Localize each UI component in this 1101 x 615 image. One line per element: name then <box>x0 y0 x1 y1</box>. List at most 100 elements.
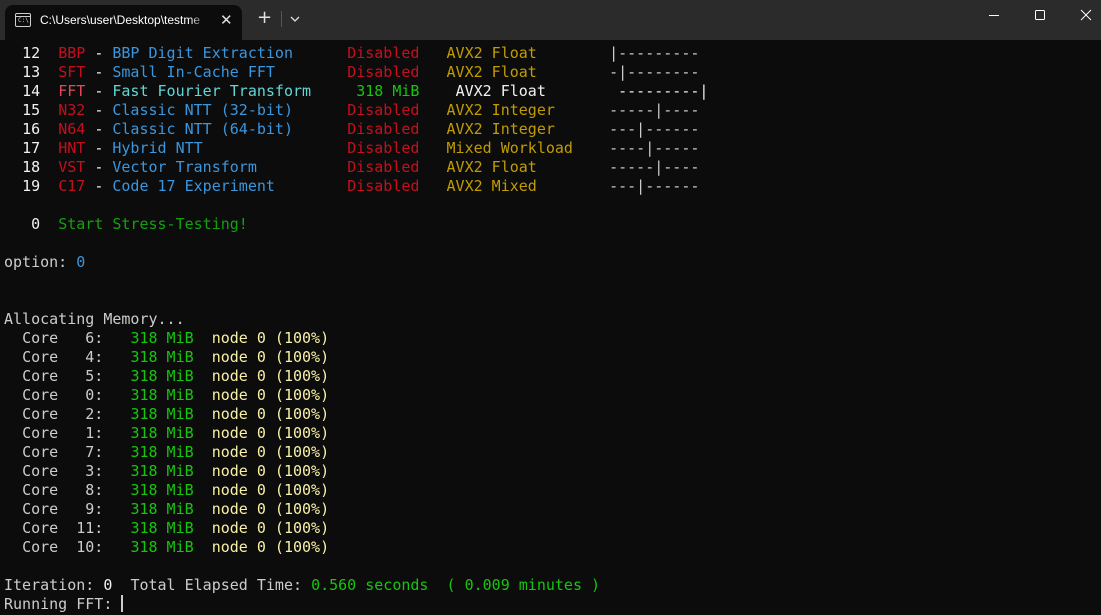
test-name: Vector Transform <box>112 158 257 176</box>
test-meter: -|-------- <box>609 63 700 81</box>
core-label: Core <box>22 481 59 499</box>
start-number: 0 <box>31 215 41 233</box>
test-number: 13 <box>22 63 41 81</box>
test-status: Disabled <box>347 177 420 195</box>
core-id: 8: <box>85 481 104 499</box>
test-meter: ---|------ <box>609 120 700 138</box>
tab-title-fade <box>190 11 208 29</box>
core-id: 9: <box>85 500 104 518</box>
elapsed-label: Total Elapsed Time: <box>130 576 303 594</box>
test-number: 19 <box>22 177 41 195</box>
start-option: 0 Start Stress-Testing! <box>4 215 248 234</box>
core-memory: 318 MiB <box>130 405 194 423</box>
chevron-down-icon[interactable] <box>289 13 301 25</box>
test-code: C17 <box>58 177 86 195</box>
terminal-output[interactable]: 12 BBP - BBP Digit Extraction Disabled A… <box>0 40 1101 615</box>
test-name: Hybrid NTT <box>112 139 203 157</box>
test-number: 17 <box>22 139 41 157</box>
core-row: Core 0: 318 MiB node 0 (100%) <box>4 386 329 405</box>
core-label: Core <box>22 538 59 556</box>
option-label: option: <box>4 253 68 271</box>
core-id: 0: <box>85 386 104 404</box>
core-row: Core 4: 318 MiB node 0 (100%) <box>4 348 329 367</box>
test-status: Disabled <box>347 44 420 62</box>
test-row: 13 SFT - Small In-Cache FFT Disabled AVX… <box>4 63 699 82</box>
core-node: node 0 (100%) <box>211 405 330 423</box>
core-label: Core <box>22 386 59 404</box>
option-prompt: option: 0 <box>4 253 85 272</box>
test-status: Disabled <box>347 63 420 81</box>
allocating-text: Allocating Memory... <box>4 310 185 328</box>
core-memory: 318 MiB <box>130 367 194 385</box>
core-memory: 318 MiB <box>130 462 194 480</box>
close-tab-icon[interactable]: ✕ <box>220 10 233 30</box>
core-row: Core 10: 318 MiB node 0 (100%) <box>4 538 329 557</box>
test-meter: ----|----- <box>609 139 700 157</box>
core-memory: 318 MiB <box>130 348 194 366</box>
terminal-tab[interactable]: C:\ C:\Users\user\Desktop\testme ✕ <box>5 5 242 40</box>
test-meter: -----|---- <box>609 158 700 176</box>
iteration-value: 0 <box>103 576 113 594</box>
tab-divider <box>281 11 282 27</box>
core-memory: 318 MiB <box>130 519 194 537</box>
test-name: Classic NTT (64-bit) <box>112 120 293 138</box>
test-number: 18 <box>22 158 41 176</box>
test-code: VST <box>58 158 86 176</box>
test-number: 15 <box>22 101 41 119</box>
iteration-label: Iteration: <box>4 576 95 594</box>
test-name: BBP Digit Extraction <box>112 44 293 62</box>
minimize-icon[interactable] <box>971 0 1017 32</box>
test-isa: AVX2 Float <box>446 44 537 62</box>
core-node: node 0 (100%) <box>211 462 330 480</box>
core-id: 11: <box>76 519 104 537</box>
test-number: 14 <box>22 82 41 100</box>
core-row: Core 3: 318 MiB node 0 (100%) <box>4 462 329 481</box>
maximize-icon[interactable] <box>1017 0 1063 32</box>
new-tab-button[interactable]: + <box>257 7 272 29</box>
core-row: Core 7: 318 MiB node 0 (100%) <box>4 443 329 462</box>
test-meter: ---|------ <box>609 177 700 195</box>
test-row: 12 BBP - BBP Digit Extraction Disabled A… <box>4 44 699 63</box>
test-row: 15 N32 - Classic NTT (32-bit) Disabled A… <box>4 101 699 120</box>
core-row: Core 1: 318 MiB node 0 (100%) <box>4 424 329 443</box>
test-row: 16 N64 - Classic NTT (64-bit) Disabled A… <box>4 120 699 139</box>
test-dash: - <box>94 139 104 157</box>
core-id: 3: <box>85 462 104 480</box>
core-memory: 318 MiB <box>130 500 194 518</box>
core-node: node 0 (100%) <box>211 367 330 385</box>
test-status: Disabled <box>347 139 420 157</box>
test-dash: - <box>94 101 104 119</box>
core-memory: 318 MiB <box>130 481 194 499</box>
core-row: Core 11: 318 MiB node 0 (100%) <box>4 519 329 538</box>
core-label: Core <box>22 424 59 442</box>
core-node: node 0 (100%) <box>211 424 330 442</box>
test-dash: - <box>94 63 104 81</box>
iteration-status: Iteration: 0 Total Elapsed Time: 0.560 s… <box>4 576 600 595</box>
tab-title: C:\Users\user\Desktop\testme <box>40 13 201 27</box>
close-window-icon[interactable] <box>1063 0 1101 32</box>
core-label: Core <box>22 519 59 537</box>
core-label: Core <box>22 462 59 480</box>
core-label: Core <box>22 443 59 461</box>
core-id: 4: <box>85 348 104 366</box>
test-name: Classic NTT (32-bit) <box>112 101 293 119</box>
core-row: Core 8: 318 MiB node 0 (100%) <box>4 481 329 500</box>
core-label: Core <box>22 348 59 366</box>
core-label: Core <box>22 329 59 347</box>
terminal-icon: C:\ <box>15 13 31 27</box>
test-status: Disabled <box>347 158 420 176</box>
test-row: 17 HNT - Hybrid NTT Disabled Mixed Workl… <box>4 139 699 158</box>
start-label: Start Stress-Testing! <box>58 215 248 233</box>
test-status: Disabled <box>347 101 420 119</box>
test-code: N64 <box>58 120 86 138</box>
test-row-active: 14 FFT - Fast Fourier Transform 318 MiB … <box>4 82 708 101</box>
core-memory: 318 MiB <box>130 424 194 442</box>
core-label: Core <box>22 367 59 385</box>
test-isa: AVX2 Integer <box>446 101 555 119</box>
core-node: node 0 (100%) <box>211 481 330 499</box>
core-memory: 318 MiB <box>130 329 194 347</box>
test-number: 16 <box>22 120 41 138</box>
terminal-icon-prompt: C:\ <box>18 17 29 24</box>
test-meter: -----|---- <box>609 101 700 119</box>
core-node: node 0 (100%) <box>211 348 330 366</box>
